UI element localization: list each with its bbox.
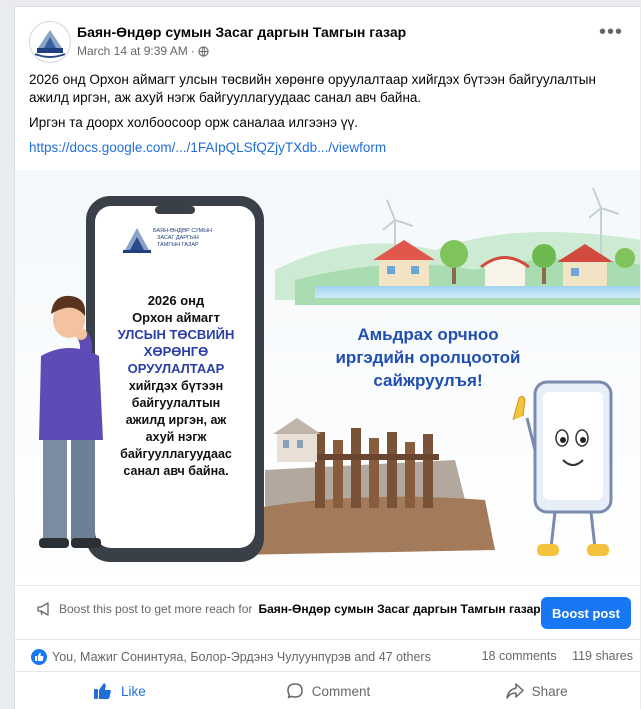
phone-highlight-2: ХӨРӨНГӨ [144,344,208,359]
post-link[interactable]: https://docs.google.com/.../1FAIpQLSfQZj… [29,140,386,155]
post-meta: March 14 at 9:39 AM · [77,44,209,58]
post-text: 2026 онд Орхон аймагт улсын төсвийн хөрө… [29,71,629,164]
page-avatar[interactable] [29,21,71,63]
share-label: Share [531,683,568,699]
comment-button[interactable]: Comment [224,672,433,709]
post-text-paragraph-2: Иргэн та доорх холбоосоор орж саналаа ил… [29,115,359,130]
boost-page-name: Баян-Өндөр сумын Засаг даргын Тамгын газ… [258,602,544,616]
share-button[interactable]: Share [432,672,640,709]
reaction-summary[interactable]: You, Мажиг Сонинтуяа, Болор-Эрдэнэ Чулуу… [31,649,431,665]
phone-text-line-8: санал авч байна. [123,464,228,478]
comment-icon [287,683,303,699]
slogan-line-1: Амьдрах орчноо [357,325,498,344]
more-options-icon[interactable]: ••• [599,21,623,44]
phone-logo-text-3: ТАМГЫН ГАЗАР [157,242,199,248]
reaction-names: You, Мажиг Сонинтуяа, Болор-Эрдэнэ Чулуу… [52,650,431,664]
slogan-line-2: иргэдийн оролцоотой [335,348,520,367]
post-image[interactable]: БАЯН-ӨНДӨР СУМЫН ЗАСАГ ДАРГЫН ТАМГЫН ГАЗ… [15,170,640,585]
thumbs-up-icon [93,683,111,699]
phone-highlight-3: ОРУУЛАЛТААР [128,361,225,376]
emblem-icon [34,30,66,58]
globe-icon [198,45,209,57]
illustration: БАЯН-ӨНДӨР СУМЫН ЗАСАГ ДАРГЫН ТАМГЫН ГАЗ… [15,170,640,585]
phone-logo-text-1: БАЯН-ӨНДӨР СУМЫН [153,228,212,234]
post-header: Баян-Өндөр сумын Засаг даргын Тамгын газ… [15,7,640,67]
like-button[interactable]: Like [15,672,224,709]
comments-count[interactable]: 18 comments [482,649,557,663]
share-icon [505,683,524,699]
slogan-line-3: сайжруулъя! [373,371,482,390]
action-bar: Like Comment Share [15,671,640,709]
like-reaction-icon [31,649,47,665]
comment-label: Comment [311,683,371,699]
phone-text-line-5: ажилд иргэн, аж [126,413,227,427]
megaphone-icon [37,602,49,616]
like-label: Like [120,683,146,699]
phone-text-line-3: хийгдэх бүтээн [129,379,223,393]
post-text-paragraph-1: 2026 онд Орхон аймагт улсын төсвийн хөрө… [29,72,596,105]
phone-text-line-1: 2026 онд [148,293,205,308]
phone-highlight-1: УЛСЫН ТӨСВИЙН [118,327,235,342]
phone-logo-text-2: ЗАСАГ ДАРГЫН [157,235,199,241]
page-name[interactable]: Баян-Өндөр сумын Засаг даргын Тамгын газ… [77,24,406,40]
shares-count[interactable]: 119 shares [572,649,633,663]
post-timestamp[interactable]: March 14 at 9:39 AM [77,44,188,58]
phone-text-line-2: Орхон аймагт [132,310,220,325]
boost-text-prefix: Boost this post to get more reach for [59,602,253,616]
engagement-counts: 18 comments 119 shares [470,649,633,663]
phone-text-line-7: байгууллагуудаас [120,447,232,461]
phone-text-line-6: ахуй нэгж [146,430,207,444]
meta-separator: · [190,44,195,58]
boost-bar: Boost this post to get more reach for Ба… [15,585,640,638]
post-card: Баян-Өндөр сумын Засаг даргын Тамгын газ… [14,6,640,709]
boost-message: Boost this post to get more reach for Ба… [37,602,544,616]
boost-post-button[interactable]: Boost post [541,597,631,629]
reactions-bar: You, Мажиг Сонинтуяа, Болор-Эрдэнэ Чулуу… [15,639,640,670]
phone-text-line-4: байгуулалтын [132,396,220,410]
